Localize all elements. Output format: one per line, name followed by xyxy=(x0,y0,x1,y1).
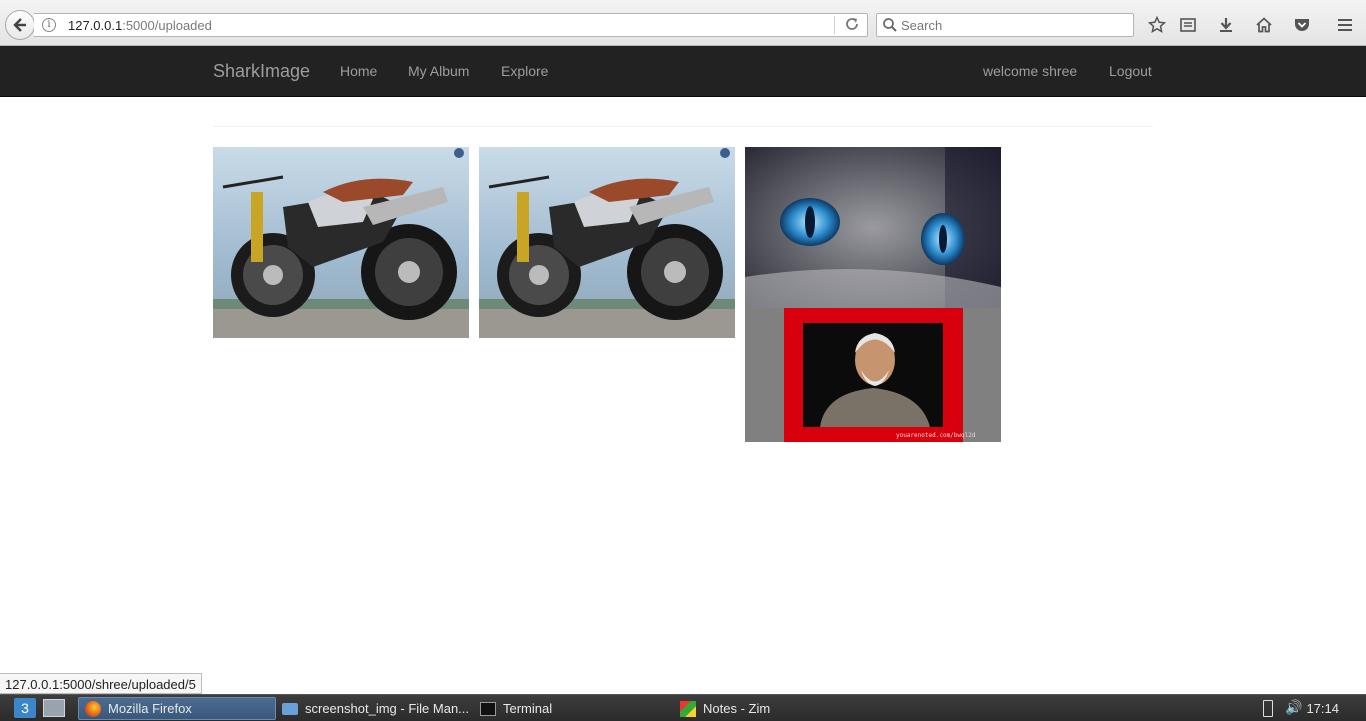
content-divider xyxy=(213,126,1153,127)
url-bar[interactable]: i 127.0.0.1:5000/uploaded xyxy=(34,13,868,37)
nav-home-link[interactable]: Home xyxy=(340,63,377,79)
portrait-photo[interactable]: youarenoted.com/bwql2d xyxy=(745,308,1001,442)
portrait-caption: youarenoted.com/bwql2d xyxy=(896,432,976,439)
task-label: Terminal xyxy=(503,701,553,716)
search-placeholder: Search xyxy=(901,18,943,33)
logout-link[interactable]: Logout xyxy=(1109,63,1152,79)
info-icon[interactable]: i xyxy=(42,18,56,32)
task-label: Notes - Zim xyxy=(703,701,771,716)
url-separator xyxy=(834,16,835,34)
menu-icon[interactable] xyxy=(1334,14,1356,36)
taskbar-item-terminal[interactable]: Terminal xyxy=(474,697,672,720)
brand-logo[interactable]: SharkImage xyxy=(213,61,310,82)
back-button[interactable] xyxy=(5,10,35,40)
cat-image xyxy=(745,147,1001,308)
pocket-icon[interactable] xyxy=(1291,14,1313,36)
back-arrow-icon xyxy=(13,18,26,32)
start-menu-icon[interactable]: 3 xyxy=(14,698,36,718)
reload-icon[interactable] xyxy=(844,16,860,36)
browser-toolbar: i 127.0.0.1:5000/uploaded Search xyxy=(0,0,1366,46)
show-desktop-icon[interactable] xyxy=(43,699,65,717)
clock[interactable]: 17:14 xyxy=(1306,701,1339,716)
zim-icon xyxy=(680,700,696,717)
welcome-user-text[interactable]: welcome shree xyxy=(983,63,1077,79)
battery-icon[interactable] xyxy=(1263,700,1273,717)
task-label: screenshot_img - File Man... xyxy=(305,701,470,716)
os-taskbar: 3 Mozilla Firefox screenshot_img - File … xyxy=(0,694,1366,721)
url-host: 127.0.0.1 xyxy=(68,18,123,33)
terminal-icon xyxy=(480,701,496,716)
nav-my-album-link[interactable]: My Album xyxy=(408,63,469,79)
motorcycle-image xyxy=(213,147,469,338)
search-bar[interactable]: Search xyxy=(876,13,1134,37)
taskbar-item-notes[interactable]: Notes - Zim xyxy=(674,697,872,720)
firefox-icon xyxy=(85,700,101,717)
task-label: Mozilla Firefox xyxy=(108,701,192,716)
nav-explore-link[interactable]: Explore xyxy=(501,63,548,79)
home-icon[interactable] xyxy=(1253,14,1275,36)
app-navbar: SharkImage Home My Album Explore welcome… xyxy=(0,46,1366,97)
url-text[interactable]: 127.0.0.1:5000/uploaded xyxy=(68,18,212,33)
download-icon[interactable] xyxy=(1215,14,1237,36)
motorcycle-photo-2[interactable] xyxy=(479,147,735,338)
cat-eyes-photo[interactable] xyxy=(745,147,1001,308)
url-path: :5000/uploaded xyxy=(122,18,212,33)
motorcycle-photo-1[interactable] xyxy=(213,147,469,338)
reading-list-icon[interactable] xyxy=(1177,14,1199,36)
bookmark-star-icon[interactable] xyxy=(1146,14,1168,36)
volume-icon[interactable]: 🔊 xyxy=(1285,699,1302,716)
portrait-image xyxy=(745,308,1001,442)
motorcycle-image xyxy=(479,147,735,338)
folder-icon xyxy=(282,702,298,715)
taskbar-item-file-manager[interactable]: screenshot_img - File Man... xyxy=(276,697,474,720)
search-icon xyxy=(883,18,897,32)
link-status-bar: 127.0.0.1:5000/shree/uploaded/5 xyxy=(0,673,202,694)
taskbar-item-firefox[interactable]: Mozilla Firefox xyxy=(78,697,276,720)
